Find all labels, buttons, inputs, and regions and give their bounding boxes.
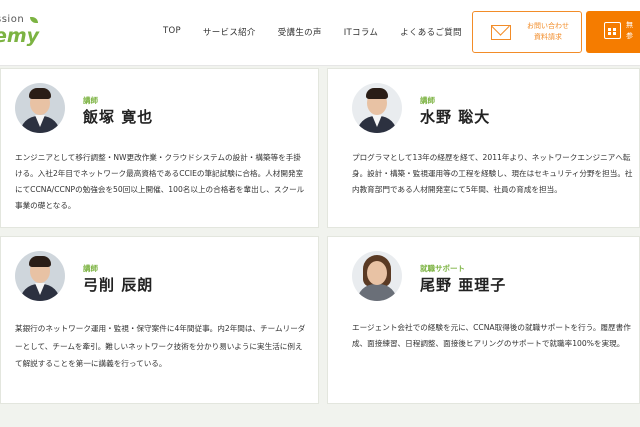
avatar — [352, 83, 402, 133]
staff-name: 尾野 亜理子 — [420, 276, 507, 294]
mail-icon — [491, 25, 511, 40]
nav-service[interactable]: サービス紹介 — [203, 26, 256, 38]
staff-bio: エージェント会社での経験を元に、CCNA取得後の就職サポートを行う。履歴書作成、… — [352, 323, 631, 348]
instructor-role: 講師 — [83, 96, 98, 105]
avatar — [352, 251, 402, 301]
instructor-role: 講師 — [83, 264, 98, 273]
support-staff-card: 就職サポート 尾野 亜理子 エージェント会社での経験を元に、CCNA取得後の就職… — [327, 236, 640, 404]
site-header: ssion emy TOP サービス紹介 受講生の声 ITコラム よくあるご質問… — [0, 0, 640, 66]
instructor-bio: 某銀行のネットワーク運用・監視・保守案件に4年間従事。内2年間は、チームリーダー… — [15, 324, 306, 368]
leaf-icon — [30, 17, 38, 23]
instructor-bio: エンジニアとして移行調整・NW更改作業・クラウドシステムの設計・構築等を手掛ける… — [15, 153, 305, 210]
staff-role: 就職サポート — [420, 264, 465, 273]
nav-faq[interactable]: よくあるご質問 — [400, 26, 462, 38]
instructor-card: 講師 弓削 辰朗 某銀行のネットワーク運用・監視・保守案件に4年間従事。内2年間… — [0, 236, 319, 404]
instructor-name: 飯塚 寛也 — [83, 108, 154, 126]
calendar-icon — [604, 22, 621, 39]
avatar — [15, 83, 65, 133]
instructor-card: 講師 水野 聡大 プログラマとして13年の経歴を経て、2011年より、ネットワー… — [327, 68, 640, 228]
nav-voices[interactable]: 受講生の声 — [278, 26, 322, 38]
nav-it-column[interactable]: ITコラム — [344, 26, 378, 38]
instructor-role: 講師 — [420, 96, 435, 105]
nav-top[interactable]: TOP — [163, 26, 181, 38]
logo-bottom-text: emy — [0, 25, 40, 47]
instructor-bio: プログラマとして13年の経歴を経て、2011年より、ネットワークエンジニアへ転身… — [352, 153, 633, 194]
instructor-name: 弓削 辰朗 — [83, 276, 154, 294]
contact-button[interactable]: お問い合わせ 資料請求 — [472, 11, 582, 53]
main-nav: TOP サービス紹介 受講生の声 ITコラム よくあるご質問 — [163, 26, 484, 38]
logo-top-text: ssion — [0, 14, 25, 25]
instructor-name: 水野 聡大 — [420, 108, 491, 126]
seminar-button-label: 無 参 — [626, 21, 633, 40]
contact-button-label: お問い合わせ 資料請求 — [527, 22, 569, 41]
seminar-button[interactable]: 無 参 — [586, 11, 640, 53]
logo[interactable]: ssion emy — [0, 14, 50, 50]
instructor-card: 講師 飯塚 寛也 エンジニアとして移行調整・NW更改作業・クラウドシステムの設計… — [0, 68, 319, 228]
avatar — [15, 251, 65, 301]
